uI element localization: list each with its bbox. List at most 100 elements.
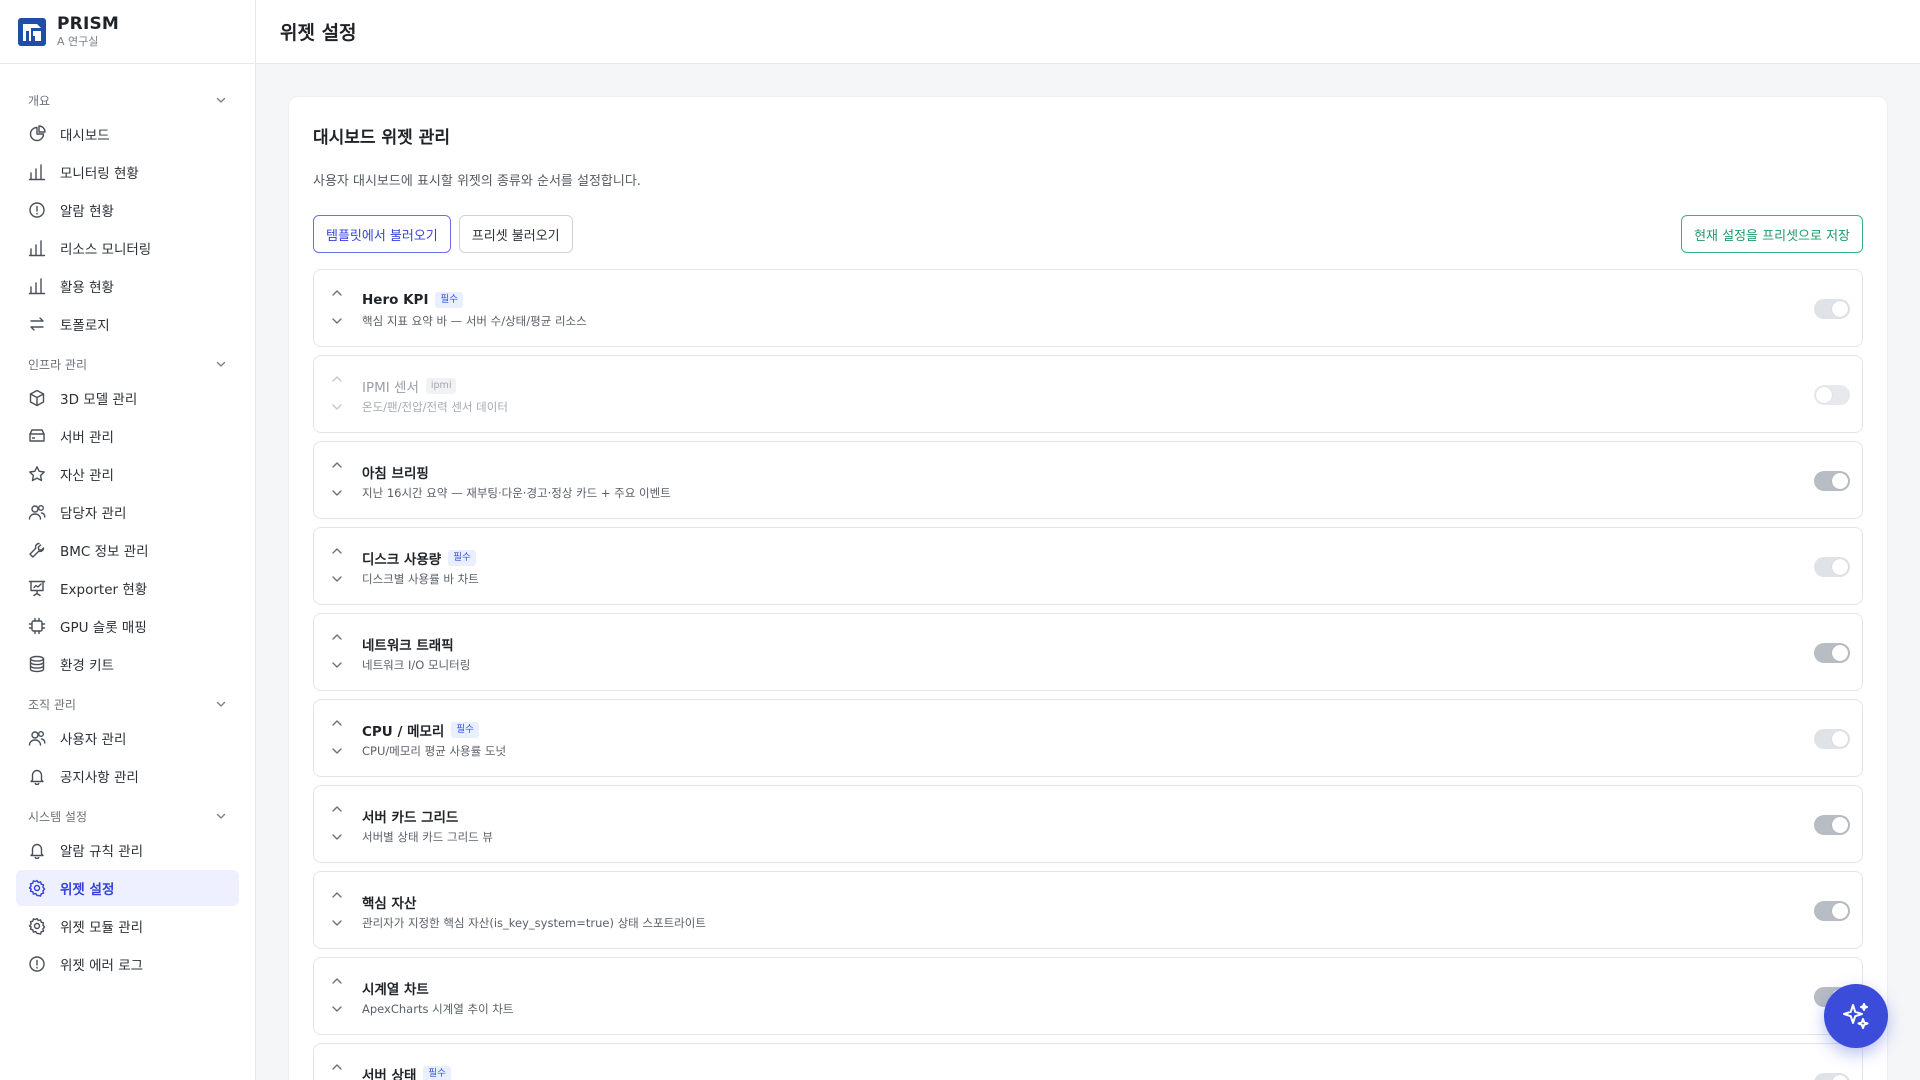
sidebar-item[interactable]: BMC 정보 관리 — [16, 532, 239, 568]
sidebar-item-label: 리소스 모니터링 — [60, 242, 152, 258]
widget-badge: 필수 — [451, 722, 479, 738]
widget-row: 서버 카드 그리드 서버별 상태 카드 그리드 뷰 — [313, 785, 1863, 863]
sidebar-item[interactable]: 담당자 관리 — [16, 494, 239, 530]
widget-info: 핵심 자산관리자가 지정한 핵심 자산(is_key_system=true) … — [362, 893, 706, 931]
sidebar-item[interactable]: 위젯 모듈 관리 — [16, 908, 239, 944]
widget-toggle[interactable] — [1814, 643, 1850, 663]
chevron-down-icon[interactable] — [330, 486, 344, 500]
widget-title-row: 서버 상태 필수 — [362, 1065, 451, 1080]
chevron-down-icon[interactable] — [330, 830, 344, 844]
sidebar-item-label: Exporter 현황 — [60, 582, 148, 598]
sparkle-icon — [1843, 1003, 1869, 1029]
load-preset-button[interactable]: 프리셋 불러오기 — [458, 215, 573, 253]
nav-group-label: 개요 — [28, 93, 51, 108]
reorder-controls — [330, 286, 344, 332]
brand[interactable]: PRISM A 연구실 — [0, 0, 255, 64]
reorder-controls — [330, 458, 344, 504]
sidebar-item[interactable]: GPU 슬롯 매핑 — [16, 608, 239, 644]
chevron-up-icon[interactable] — [330, 716, 344, 730]
widget-info: Hero KPI 필수 핵심 지표 요약 바 — 서버 수/상태/평균 리소스 — [362, 291, 587, 329]
sidebar-item-label: 알람 규칙 관리 — [60, 844, 144, 860]
chevron-down-icon[interactable] — [330, 400, 344, 414]
widget-row: 핵심 자산관리자가 지정한 핵심 자산(is_key_system=true) … — [313, 871, 1863, 949]
widget-title: 핵심 자산 — [362, 896, 417, 912]
chevron-down-icon[interactable] — [330, 1002, 344, 1016]
chevron-down-icon[interactable] — [330, 916, 344, 930]
sidebar-item[interactable]: 알람 현황 — [16, 192, 239, 228]
chevron-down-icon[interactable] — [330, 572, 344, 586]
widget-toggle[interactable] — [1814, 901, 1850, 921]
sidebar-item[interactable]: 위젯 에러 로그 — [16, 946, 239, 982]
widget-info: 아침 브리핑 지난 16시간 요약 — 재부팅·다운·경고·정상 카드 + 주요 … — [362, 463, 671, 501]
ai-assistant-button[interactable] — [1824, 984, 1888, 1048]
nav-group-header[interactable]: 조직 관리 — [0, 688, 255, 720]
card-description: 사용자 대시보드에 표시할 위젯의 종류와 순서를 설정합니다. — [313, 174, 641, 189]
chevron-down-icon[interactable] — [330, 658, 344, 672]
sidebar-item[interactable]: 활용 현황 — [16, 268, 239, 304]
sidebar-item[interactable]: 서버 관리 — [16, 418, 239, 454]
gear-icon — [28, 879, 46, 897]
reorder-controls — [330, 1060, 344, 1080]
widget-info: 서버 카드 그리드 서버별 상태 카드 그리드 뷰 — [362, 807, 493, 845]
sidebar-item[interactable]: Exporter 현황 — [16, 570, 239, 606]
widget-row: IPMI 센서 ipmi 온도/팬/전압/전력 센서 데이터 — [313, 355, 1863, 433]
widget-toggle[interactable] — [1814, 815, 1850, 835]
widget-row: CPU / 메모리 필수 CPU/메모리 평균 사용률 도넛 — [313, 699, 1863, 777]
toggle-knob — [1832, 645, 1848, 661]
sidebar-item[interactable]: 3D 모델 관리 — [16, 380, 239, 416]
nav-group-header[interactable]: 개요 — [0, 84, 255, 116]
chevron-up-icon[interactable] — [330, 544, 344, 558]
sidebar-item[interactable]: 알람 규칙 관리 — [16, 832, 239, 868]
chevron-up-icon[interactable] — [330, 974, 344, 988]
widget-title: 서버 카드 그리드 — [362, 810, 459, 826]
chevron-down-icon[interactable] — [330, 744, 344, 758]
widget-info: IPMI 센서 ipmi 온도/팬/전압/전력 센서 데이터 — [362, 377, 508, 415]
save-preset-button[interactable]: 현재 설정을 프리셋으로 저장 — [1681, 215, 1863, 253]
widget-badge: 필수 — [435, 292, 463, 308]
sidebar-item[interactable]: 공지사항 관리 — [16, 758, 239, 794]
widget-title: IPMI 센서 — [362, 380, 419, 396]
sidebar-item[interactable]: 자산 관리 — [16, 456, 239, 492]
widget-info: 디스크 사용량 필수 디스크별 사용률 바 차트 — [362, 549, 479, 587]
nav-group-header[interactable]: 인프라 관리 — [0, 348, 255, 380]
widget-toggle[interactable] — [1814, 299, 1850, 319]
sidebar-item[interactable]: 모니터링 현황 — [16, 154, 239, 190]
widget-title-row: CPU / 메모리 필수 — [362, 721, 506, 740]
reorder-controls — [330, 716, 344, 762]
widget-title: 디스크 사용량 — [362, 552, 442, 568]
chevron-down-icon[interactable] — [330, 314, 344, 328]
sidebar-item[interactable]: 사용자 관리 — [16, 720, 239, 756]
users-icon — [28, 503, 46, 521]
widget-toggle[interactable] — [1814, 729, 1850, 749]
presentation-icon — [28, 579, 46, 597]
widget-title-row: 핵심 자산 — [362, 893, 706, 912]
chevron-up-icon[interactable] — [330, 372, 344, 386]
chevron-up-icon[interactable] — [330, 458, 344, 472]
widget-toggle[interactable] — [1814, 1073, 1850, 1080]
sidebar-item[interactable]: 리소스 모니터링 — [16, 230, 239, 266]
chevron-up-icon[interactable] — [330, 888, 344, 902]
sidebar-item[interactable]: 대시보드 — [16, 116, 239, 152]
nav-group-header[interactable]: 시스템 설정 — [0, 800, 255, 832]
toggle-knob — [1832, 817, 1848, 833]
sidebar-item[interactable]: 토폴로지 — [16, 306, 239, 342]
widget-toggle[interactable] — [1814, 471, 1850, 491]
chevron-down-icon — [216, 97, 226, 103]
sidebar-item-label: 활용 현황 — [60, 280, 114, 296]
widget-title-row: 디스크 사용량 필수 — [362, 549, 479, 568]
sidebar-item-label: 서버 관리 — [60, 430, 114, 446]
sidebar-item[interactable]: 위젯 설정 — [16, 870, 239, 906]
load-template-button[interactable]: 템플릿에서 불러오기 — [313, 215, 451, 253]
chevron-up-icon[interactable] — [330, 1060, 344, 1074]
widget-toggle[interactable] — [1814, 385, 1850, 405]
sidebar-item-label: 모니터링 현황 — [60, 166, 139, 182]
widget-toggle[interactable] — [1814, 557, 1850, 577]
sidebar-item[interactable]: 환경 키트 — [16, 646, 239, 682]
sidebar-item-label: 위젯 설정 — [60, 882, 115, 898]
widget-description: 관리자가 지정한 핵심 자산(is_key_system=true) 상태 스포… — [362, 916, 706, 930]
reorder-controls — [330, 544, 344, 590]
chevron-up-icon[interactable] — [330, 802, 344, 816]
bell-icon — [28, 767, 46, 785]
chevron-up-icon[interactable] — [330, 286, 344, 300]
chevron-up-icon[interactable] — [330, 630, 344, 644]
